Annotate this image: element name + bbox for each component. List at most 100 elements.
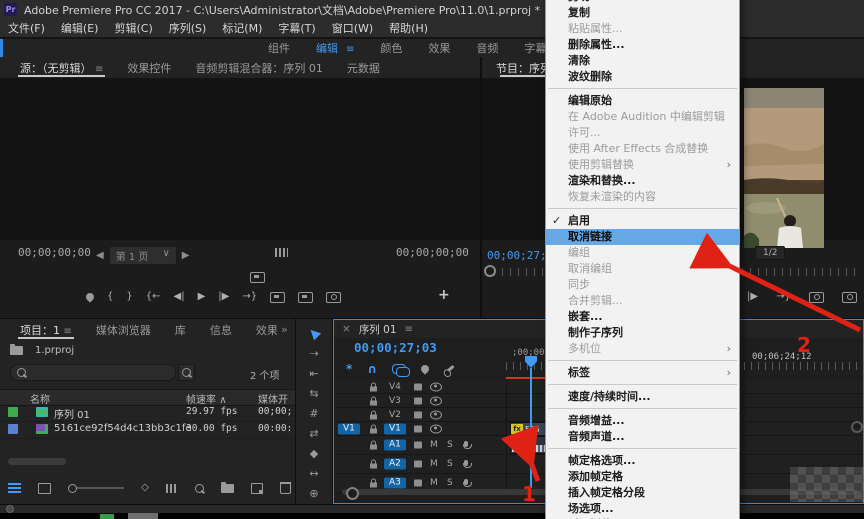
- panel-menu-icon[interactable]: ≡: [64, 326, 72, 337]
- project-list-item[interactable]: 5161ce92f54d4c13bb3c1fe 30.00 fps 00:00:: [0, 421, 295, 439]
- workspace-tab-4[interactable]: 音频: [476, 40, 498, 56]
- menu-item-3[interactable]: 删除属性...: [546, 37, 739, 53]
- slip-tool[interactable]: ⇄: [306, 427, 322, 440]
- menu-item-2[interactable]: 粘贴属性...: [546, 21, 739, 37]
- page-selector-value[interactable]: 第 1 页: [116, 248, 149, 263]
- track-lock-icon[interactable]: [370, 396, 377, 405]
- track-lock-icon[interactable]: [370, 424, 377, 433]
- step-back-icon[interactable]: ◀|: [174, 291, 185, 303]
- page-dropdown-icon[interactable]: ∨: [162, 248, 169, 263]
- menu-item-19[interactable]: 同步: [546, 277, 739, 293]
- add-marker-icon[interactable]: [84, 291, 96, 303]
- menu-item-32[interactable]: 帧定格选项...: [546, 453, 739, 469]
- voiceover-mic-icon[interactable]: [462, 479, 472, 487]
- mark-out-icon[interactable]: }: [126, 291, 132, 303]
- settings-icon[interactable]: [250, 272, 265, 283]
- track-output-eye-icon[interactable]: [430, 410, 442, 419]
- timeline-current-timecode[interactable]: 00;00;27;03: [354, 340, 437, 355]
- workspace-tab-menu-icon[interactable]: ≡: [346, 44, 354, 55]
- label-color-chip[interactable]: [8, 424, 18, 434]
- project-horizontal-scrollbar[interactable]: [8, 458, 66, 465]
- linked-selection-icon[interactable]: [392, 364, 411, 377]
- menu-item-12[interactable]: 渲染和替换...: [546, 173, 739, 189]
- mute-toggle[interactable]: M: [430, 459, 438, 469]
- automate-to-sequence-icon[interactable]: [165, 483, 179, 493]
- track-name-a3[interactable]: A3: [384, 477, 406, 489]
- menu-item-22[interactable]: 制作子序列: [546, 325, 739, 341]
- mute-toggle[interactable]: M: [430, 478, 438, 488]
- menu-item-8[interactable]: 在 Adobe Audition 中编辑剪辑: [546, 109, 739, 125]
- zoom-slider[interactable]: [68, 484, 125, 493]
- menubar-item-7[interactable]: 帮助(H): [381, 19, 436, 37]
- source-tab-2[interactable]: 音频剪辑混合器：序列 01: [183, 57, 335, 78]
- menu-item-1[interactable]: 复制: [546, 5, 739, 21]
- sync-lock-icon[interactable]: [412, 479, 422, 487]
- ripple-edit-tool[interactable]: ⇤: [306, 367, 322, 380]
- menu-item-27[interactable]: 速度/持续时间...: [546, 389, 739, 405]
- track-lock-icon[interactable]: [370, 410, 377, 419]
- menubar-item-3[interactable]: 序列(S): [161, 19, 215, 37]
- menu-item-10[interactable]: 使用 After Effects 合成替换: [546, 141, 739, 157]
- sync-lock-icon[interactable]: [412, 383, 422, 390]
- play-icon[interactable]: ▶: [198, 291, 206, 303]
- pen-tool[interactable]: ◆: [306, 447, 322, 460]
- menu-item-7[interactable]: 编辑原始: [546, 93, 739, 109]
- go-to-out-icon[interactable]: →}: [776, 291, 791, 303]
- tab-overflow-icon[interactable]: »: [281, 323, 288, 336]
- sync-lock-icon[interactable]: [412, 441, 422, 449]
- program-current-timecode[interactable]: 00;00;27;0: [487, 249, 553, 262]
- search-input[interactable]: [10, 364, 176, 381]
- track-name-v3[interactable]: V3: [389, 396, 401, 406]
- menubar-item-5[interactable]: 字幕(T): [270, 19, 323, 37]
- program-playhead-knob[interactable]: [484, 265, 496, 277]
- menu-item-16[interactable]: 取消链接: [546, 229, 739, 245]
- timeline-tab-label[interactable]: 序列 01: [359, 322, 397, 337]
- lift-icon[interactable]: [808, 291, 824, 303]
- page-prev-icon[interactable]: ◀: [96, 250, 104, 261]
- label-color-chip[interactable]: [8, 407, 18, 417]
- menu-item-33[interactable]: 添加帧定格: [546, 469, 739, 485]
- track-lock-icon[interactable]: [370, 382, 377, 391]
- new-item-icon[interactable]: [250, 482, 264, 494]
- voiceover-mic-icon[interactable]: [462, 460, 472, 468]
- zoom-tool[interactable]: ⊕: [306, 487, 322, 500]
- panel-menu-icon[interactable]: ≡: [405, 324, 413, 335]
- menubar-item-1[interactable]: 编辑(E): [53, 19, 107, 37]
- menu-item-30[interactable]: 音频声道...: [546, 429, 739, 445]
- timeline-vertical-scrollbar-knob[interactable]: [851, 421, 863, 433]
- hand-tool[interactable]: ↔: [306, 467, 322, 480]
- sort-icon[interactable]: ◇: [141, 482, 149, 494]
- solo-toggle[interactable]: S: [447, 459, 453, 469]
- menu-item-4[interactable]: 清除: [546, 53, 739, 69]
- source-current-timecode[interactable]: 00;00;00;00: [18, 246, 91, 259]
- menu-item-21[interactable]: 嵌套...: [546, 309, 739, 325]
- sync-lock-icon[interactable]: [412, 411, 422, 418]
- audio-waveform-icon[interactable]: [275, 248, 288, 257]
- go-to-out-icon[interactable]: →}: [242, 291, 257, 303]
- menu-item-34[interactable]: 插入帧定格分段: [546, 485, 739, 501]
- track-output-eye-icon[interactable]: [430, 396, 442, 405]
- source-tab-0[interactable]: 源：（无剪辑） ≡: [8, 57, 115, 78]
- project-list-item[interactable]: 序列 01 29.97 fps 00;00;: [0, 404, 295, 422]
- menu-item-9[interactable]: 许可...: [546, 125, 739, 141]
- export-frame-icon[interactable]: [326, 291, 342, 303]
- menubar-item-0[interactable]: 文件(F): [0, 19, 53, 37]
- menu-item-23[interactable]: 多机位 ›: [546, 341, 739, 357]
- track-output-eye-icon[interactable]: [430, 424, 442, 433]
- workspace-tab-0[interactable]: 组件: [268, 40, 290, 56]
- menu-item-5[interactable]: 波纹删除: [546, 69, 739, 85]
- timeline-scrollbar-knob[interactable]: [346, 487, 359, 500]
- nest-insert-toggle-icon[interactable]: *: [346, 362, 352, 376]
- project-tab-1[interactable]: 媒体浏览器: [84, 319, 163, 340]
- go-to-in-icon[interactable]: {←: [146, 291, 161, 303]
- project-breadcrumb[interactable]: 1.prproj: [35, 345, 74, 356]
- source-tab-1[interactable]: 效果控件: [115, 57, 183, 78]
- item-name[interactable]: 序列 01: [54, 406, 90, 421]
- menu-item-13[interactable]: 恢复未渲染的内容: [546, 189, 739, 205]
- overwrite-icon[interactable]: [298, 291, 314, 303]
- solo-toggle[interactable]: S: [447, 440, 453, 450]
- track-name-v4[interactable]: V4: [389, 382, 401, 392]
- track-lock-icon[interactable]: [370, 440, 377, 450]
- sync-lock-icon[interactable]: [412, 460, 422, 468]
- sync-lock-icon[interactable]: [412, 397, 422, 404]
